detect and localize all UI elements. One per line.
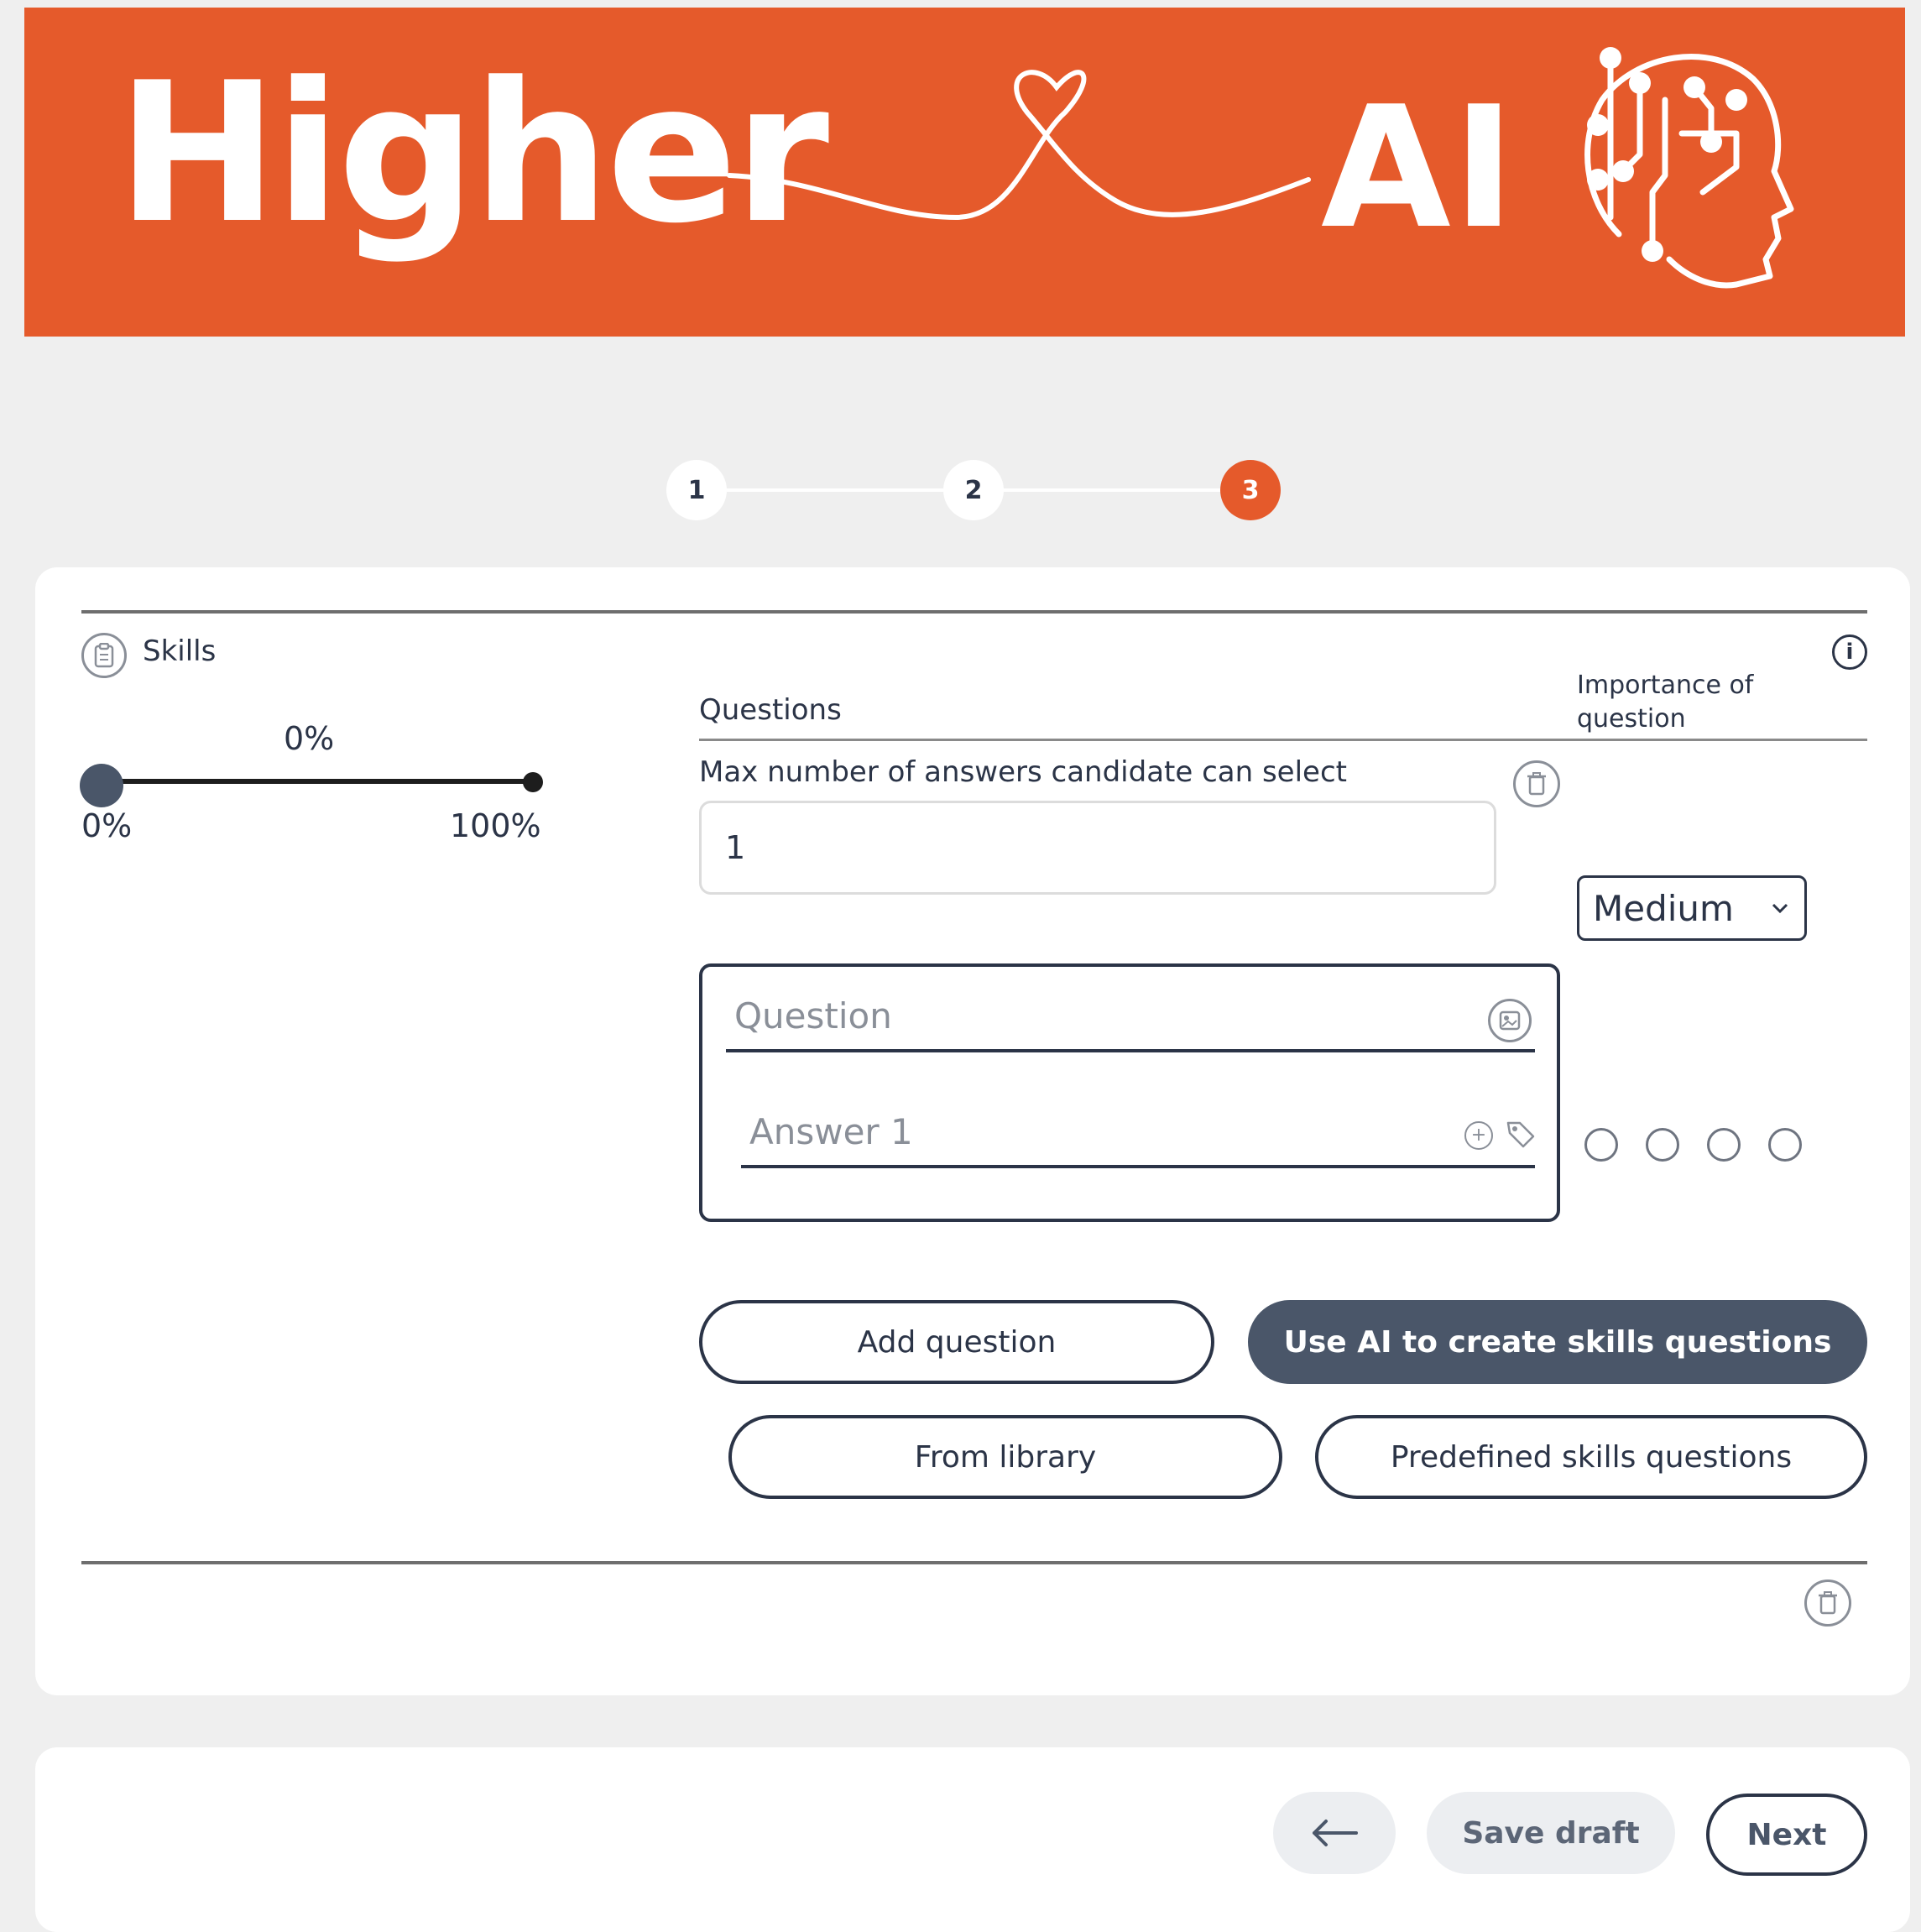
importance-value: Medium: [1593, 887, 1734, 929]
slider-track[interactable]: [101, 779, 534, 784]
step-2[interactable]: 2: [943, 460, 1004, 520]
predefined-questions-button[interactable]: Predefined skills questions: [1315, 1415, 1867, 1499]
stepper-connector: [1004, 488, 1224, 492]
step-1[interactable]: 1: [666, 460, 727, 520]
questions-divider: [699, 739, 1867, 741]
question-input[interactable]: Question: [734, 995, 892, 1036]
question-editor: Question Answer 1 +: [699, 963, 1560, 1222]
stepper-connector: [727, 488, 947, 492]
bottom-divider: [81, 1561, 1867, 1564]
brand-logo-graphic: [727, 47, 1794, 289]
slider-value: 0%: [284, 720, 335, 757]
answer-input[interactable]: Answer 1: [749, 1111, 913, 1152]
info-icon[interactable]: i: [1832, 634, 1867, 670]
slider-handle[interactable]: [80, 764, 123, 807]
importance-select[interactable]: Medium: [1577, 875, 1807, 941]
top-divider: [81, 610, 1867, 614]
arrow-left-icon: [1313, 1820, 1358, 1846]
delete-skill-icon[interactable]: [1804, 1580, 1851, 1627]
add-question-button[interactable]: Add question: [699, 1300, 1214, 1384]
slider-min-label: 0%: [81, 807, 133, 844]
importance-radio-2[interactable]: [1646, 1128, 1679, 1162]
add-answer-icon[interactable]: +: [1464, 1121, 1493, 1150]
from-library-button[interactable]: From library: [728, 1415, 1282, 1499]
chevron-down-icon: [1772, 903, 1788, 914]
brand-banner: Higher AI: [24, 8, 1905, 337]
clipboard-icon: [81, 633, 127, 678]
question-underline: [726, 1049, 1535, 1052]
delete-question-icon[interactable]: [1513, 760, 1560, 807]
answer-underline: [741, 1165, 1535, 1168]
next-button[interactable]: Next: [1706, 1794, 1867, 1876]
max-answers-input[interactable]: [699, 801, 1496, 895]
save-draft-button[interactable]: Save draft: [1427, 1792, 1675, 1874]
max-answers-label: Max number of answers candidate can sele…: [699, 755, 1347, 789]
importance-radio-4[interactable]: [1768, 1128, 1802, 1162]
slider-end-marker: [523, 772, 543, 792]
ai-image-icon[interactable]: [1488, 999, 1532, 1042]
use-ai-button[interactable]: Use AI to create skills questions: [1248, 1300, 1867, 1384]
back-button[interactable]: [1273, 1792, 1396, 1874]
step-3[interactable]: 3: [1220, 460, 1281, 520]
slider-max-label: 100%: [450, 807, 541, 844]
questions-header: Questions: [699, 693, 842, 727]
importance-radio-1[interactable]: [1584, 1128, 1618, 1162]
importance-radio-3[interactable]: [1707, 1128, 1741, 1162]
skills-title: Skills: [143, 634, 217, 668]
tag-icon[interactable]: [1505, 1118, 1537, 1150]
importance-header: Importance of question: [1577, 671, 1754, 734]
